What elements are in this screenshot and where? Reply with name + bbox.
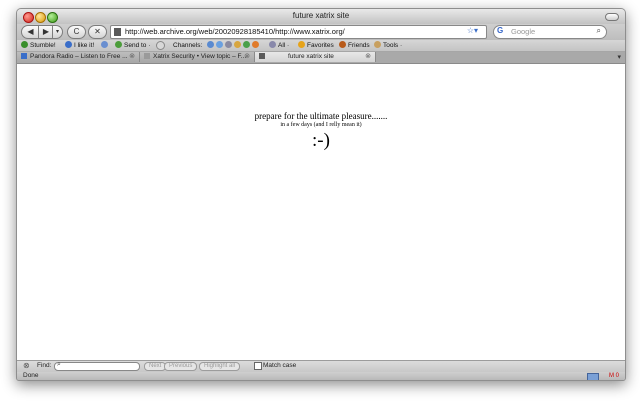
tools-dropdown[interactable]: Tools · [374, 41, 402, 50]
comment-button[interactable] [156, 41, 167, 52]
close-find-icon[interactable]: ⊗ [23, 361, 30, 370]
tab-close-icon[interactable]: ⊗ [365, 52, 371, 62]
smiley: :-) [312, 130, 330, 151]
send-icon [115, 41, 122, 48]
all-dropdown[interactable]: All · [269, 41, 289, 50]
thumbs-up-icon [65, 41, 72, 48]
status-text: Done [23, 372, 39, 379]
status-bar: Done M 0 [17, 372, 625, 380]
page-favicon-icon [114, 28, 121, 36]
send-to-button[interactable]: Send to · [115, 41, 150, 50]
browser-window: future xatrix site ◀ ▶ ▾ C ✕ http://web.… [16, 8, 626, 381]
reload-button[interactable]: C [67, 25, 86, 39]
google-engine-icon[interactable]: G [497, 26, 503, 35]
find-bar: ⊗ Find: ⌕ Next Previous Highlight all Ma… [17, 360, 625, 372]
window-title: future xatrix site [292, 11, 350, 20]
stop-button[interactable]: ✕ [88, 25, 107, 39]
thumbs-down-button[interactable] [101, 41, 110, 50]
tools-icon [374, 41, 381, 48]
channel-icons[interactable] [207, 41, 261, 50]
tab-xatrix-security[interactable]: Xatrix Security • View topic – F... ⊗ [140, 52, 255, 62]
search-input[interactable]: G Google ⌕ [493, 25, 607, 39]
subtext: in a few days (and I relly mean it) [280, 122, 362, 128]
stumbleupon-icon [21, 41, 28, 48]
highlight-all-button[interactable]: Highlight all [199, 362, 241, 371]
tab-close-icon[interactable]: ⊗ [244, 52, 250, 62]
tab-future-xatrix[interactable]: future xatrix site ⊗ [255, 52, 376, 62]
friends-button[interactable]: Friends [339, 41, 370, 50]
toolbar-toggle-button[interactable] [605, 13, 619, 21]
search-placeholder: Google [511, 27, 536, 36]
page-content: prepare for the ultimate pleasure.......… [17, 64, 625, 360]
bookmarks-toolbar: Stumble! I like it! Send to · Channels: … [17, 40, 625, 52]
tab-pandora[interactable]: Pandora Radio – Listen to Free ... ⊗ [17, 52, 140, 62]
history-dropdown-icon[interactable]: ▾ [52, 25, 63, 39]
i-like-it-button[interactable]: I like it! [65, 41, 94, 50]
search-icon[interactable]: ⌕ [597, 26, 601, 36]
friends-icon [339, 41, 346, 48]
mail-icon[interactable]: M 0 [609, 372, 619, 380]
search-icon: ⌕ [57, 361, 61, 368]
title-bar: future xatrix site [17, 9, 625, 24]
addon-status-icon[interactable] [587, 373, 599, 380]
page-favicon-icon [144, 53, 150, 59]
speech-bubble-icon [156, 41, 165, 50]
find-previous-button[interactable]: Previous [164, 362, 198, 371]
thumbs-down-icon [101, 41, 108, 48]
favorites-button[interactable]: Favorites [298, 41, 334, 50]
match-case-label: Match case [263, 362, 297, 369]
bookmark-star-icon[interactable]: ☆▾ [467, 26, 478, 35]
match-case-checkbox[interactable] [254, 362, 262, 370]
find-input[interactable]: ⌕ [54, 361, 140, 371]
navigation-toolbar: ◀ ▶ ▾ C ✕ http://web.archive.org/web/200… [17, 24, 625, 40]
all-channels-icon [269, 41, 276, 48]
url-bar[interactable]: http://web.archive.org/web/2002092818541… [110, 25, 487, 39]
url-text[interactable]: http://web.archive.org/web/2002092818541… [125, 27, 345, 36]
stumble-button[interactable]: Stumble! [21, 41, 56, 50]
tab-close-icon[interactable]: ⊗ [129, 52, 135, 62]
find-label: Find: [37, 362, 52, 369]
pandora-favicon-icon [21, 53, 27, 59]
tab-list-icon[interactable]: ▾ [617, 53, 621, 61]
find-next-button[interactable]: Next [144, 362, 167, 371]
headline: prepare for the ultimate pleasure....... [254, 111, 388, 121]
tab-bar: Pandora Radio – Listen to Free ... ⊗ Xat… [17, 52, 625, 64]
channels-label: Channels: [173, 42, 203, 49]
favorites-icon [298, 41, 305, 48]
page-favicon-icon [259, 53, 265, 59]
